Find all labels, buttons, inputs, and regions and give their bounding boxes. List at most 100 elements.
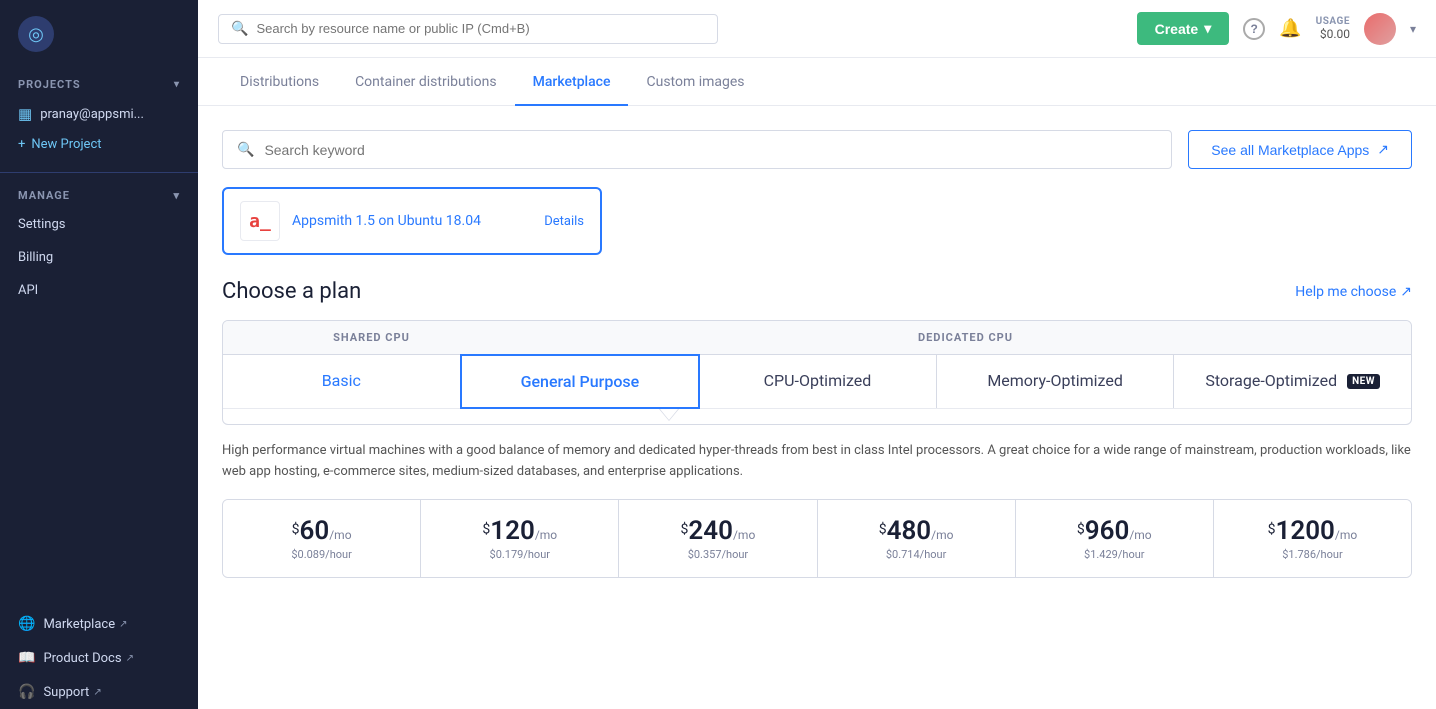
user-menu-chevron-icon[interactable]: ▾ xyxy=(1410,22,1416,36)
hourly-3: $0.714/hour xyxy=(830,548,1003,561)
amount-3: 480 xyxy=(887,516,932,546)
tab-distributions-label: Distributions xyxy=(240,74,319,90)
help-me-choose-link[interactable]: Help me choose ↗ xyxy=(1295,284,1412,300)
amount-2: 240 xyxy=(688,516,733,546)
sidebar: ◎ PROJECTS ▾ ▦ pranay@appsmi... + New Pr… xyxy=(0,0,198,709)
create-label: Create xyxy=(1155,21,1199,37)
tab-container-distributions-label: Container distributions xyxy=(355,74,497,90)
api-label: API xyxy=(18,283,38,298)
sidebar-item-settings[interactable]: Settings xyxy=(0,208,198,241)
help-me-choose-label: Help me choose xyxy=(1295,284,1396,300)
see-all-external-icon: ↗ xyxy=(1377,141,1389,158)
projects-chevron-icon: ▾ xyxy=(174,79,180,90)
sidebar-divider xyxy=(0,172,198,173)
plan-option-general-purpose[interactable]: General Purpose xyxy=(460,354,701,409)
projects-section-header[interactable]: PROJECTS ▾ xyxy=(0,68,198,97)
see-all-label: See all Marketplace Apps xyxy=(1211,142,1369,158)
global-search-bar[interactable]: 🔍 xyxy=(218,14,718,44)
marketplace-search-box[interactable]: 🔍 xyxy=(222,130,1172,169)
pricing-card-480[interactable]: $480/mo $0.714/hour xyxy=(818,500,1016,577)
usage-amount: $0.00 xyxy=(1316,27,1350,41)
usage-block: USAGE $0.00 xyxy=(1316,16,1350,41)
notifications-button[interactable]: 🔔 xyxy=(1279,18,1301,39)
plan-header: Choose a plan Help me choose ↗ xyxy=(222,279,1412,304)
amount-5: 1200 xyxy=(1276,516,1335,546)
product-docs-label: Product Docs xyxy=(43,651,121,666)
plan-option-cpu-optimized[interactable]: CPU-Optimized xyxy=(699,355,937,408)
app-icon: a_ xyxy=(240,201,280,241)
project-name: pranay@appsmi... xyxy=(40,107,144,122)
tab-custom-images[interactable]: Custom images xyxy=(628,58,762,106)
plan-option-storage-optimized[interactable]: Storage-Optimized NEW xyxy=(1174,355,1411,408)
period-1: /mo xyxy=(535,528,557,542)
hourly-2: $0.357/hour xyxy=(631,548,804,561)
plan-option-memory-optimized[interactable]: Memory-Optimized xyxy=(937,355,1175,408)
app-name: Appsmith 1.5 on Ubuntu 18.04 xyxy=(292,213,532,229)
new-project-button[interactable]: + New Project xyxy=(0,131,198,158)
marketplace-search-input[interactable] xyxy=(264,142,1157,158)
pricing-card-1200[interactable]: $1200/mo $1.786/hour xyxy=(1214,500,1411,577)
pricing-card-60[interactable]: $60/mo $0.089/hour xyxy=(223,500,421,577)
create-button[interactable]: Create ▾ xyxy=(1137,12,1230,45)
support-label: Support xyxy=(43,685,89,700)
marketplace-search-icon: 🔍 xyxy=(237,142,254,158)
sidebar-item-product-docs[interactable]: 📖 Product Docs ↗ xyxy=(0,641,198,675)
amount-1: 120 xyxy=(490,516,535,546)
period-4: /mo xyxy=(1129,528,1151,542)
manage-label: MANAGE xyxy=(18,189,70,202)
app-item[interactable]: a_ Appsmith 1.5 on Ubuntu 18.04 Details xyxy=(222,187,602,255)
hourly-1: $0.179/hour xyxy=(433,548,606,561)
create-chevron-icon: ▾ xyxy=(1204,20,1211,37)
pricing-card-240[interactable]: $240/mo $0.357/hour xyxy=(619,500,817,577)
sidebar-item-api[interactable]: API xyxy=(0,274,198,307)
plus-icon: + xyxy=(18,137,25,152)
period-3: /mo xyxy=(931,528,953,542)
support-external-icon: ↗ xyxy=(93,687,101,698)
product-docs-book-icon: 📖 xyxy=(18,650,35,666)
project-item[interactable]: ▦ pranay@appsmi... xyxy=(0,97,198,131)
tab-marketplace-label: Marketplace xyxy=(533,74,611,90)
help-external-icon: ↗ xyxy=(1400,284,1412,300)
plan-indicator-row xyxy=(223,408,1411,424)
search-input[interactable] xyxy=(256,21,705,36)
manage-chevron-icon: ▾ xyxy=(173,189,180,202)
pricing-card-120[interactable]: $120/mo $0.179/hour xyxy=(421,500,619,577)
marketplace-search-row: 🔍 See all Marketplace Apps ↗ xyxy=(222,130,1412,169)
pricing-cards: $60/mo $0.089/hour $120/mo $0.179/hour $… xyxy=(222,499,1412,578)
logo-area[interactable]: ◎ xyxy=(0,0,198,68)
period-0: /mo xyxy=(329,528,351,542)
product-docs-external-icon: ↗ xyxy=(126,653,134,664)
search-icon: 🔍 xyxy=(231,21,248,37)
app-details-link[interactable]: Details xyxy=(544,214,584,229)
tab-distributions[interactable]: Distributions xyxy=(222,58,337,106)
hourly-5: $1.786/hour xyxy=(1226,548,1399,561)
category-shared-cpu: SHARED CPU xyxy=(223,321,520,354)
marketplace-external-icon: ↗ xyxy=(119,619,127,630)
see-all-marketplace-button[interactable]: See all Marketplace Apps ↗ xyxy=(1188,130,1412,169)
plan-title: Choose a plan xyxy=(222,279,361,304)
avatar[interactable] xyxy=(1364,13,1396,45)
currency-4: $ xyxy=(1077,521,1085,537)
logo-icon: ◎ xyxy=(18,16,54,52)
tab-custom-images-label: Custom images xyxy=(646,74,744,90)
category-dedicated-cpu: DEDICATED CPU xyxy=(520,321,1411,354)
main-area: 🔍 Create ▾ ? 🔔 USAGE $0.00 ▾ xyxy=(198,0,1436,709)
pricing-card-960[interactable]: $960/mo $1.429/hour xyxy=(1016,500,1214,577)
bell-icon: 🔔 xyxy=(1279,18,1301,38)
sidebar-item-support[interactable]: 🎧 Support ↗ xyxy=(0,675,198,709)
tab-marketplace[interactable]: Marketplace xyxy=(515,58,629,106)
manage-section-header[interactable]: MANAGE ▾ xyxy=(0,179,198,208)
content-area: Distributions Container distributions Ma… xyxy=(198,58,1436,709)
currency-3: $ xyxy=(879,521,887,537)
plan-option-basic[interactable]: Basic xyxy=(223,355,461,408)
period-2: /mo xyxy=(733,528,755,542)
amount-0: 60 xyxy=(300,516,330,546)
plan-description: High performance virtual machines with a… xyxy=(222,441,1412,483)
sidebar-item-billing[interactable]: Billing xyxy=(0,241,198,274)
currency-5: $ xyxy=(1268,521,1276,537)
hourly-0: $0.089/hour xyxy=(235,548,408,561)
help-button[interactable]: ? xyxy=(1243,17,1265,40)
sidebar-item-marketplace[interactable]: 🌐 Marketplace ↗ xyxy=(0,607,198,641)
support-headset-icon: 🎧 xyxy=(18,684,35,700)
tab-container-distributions[interactable]: Container distributions xyxy=(337,58,515,106)
